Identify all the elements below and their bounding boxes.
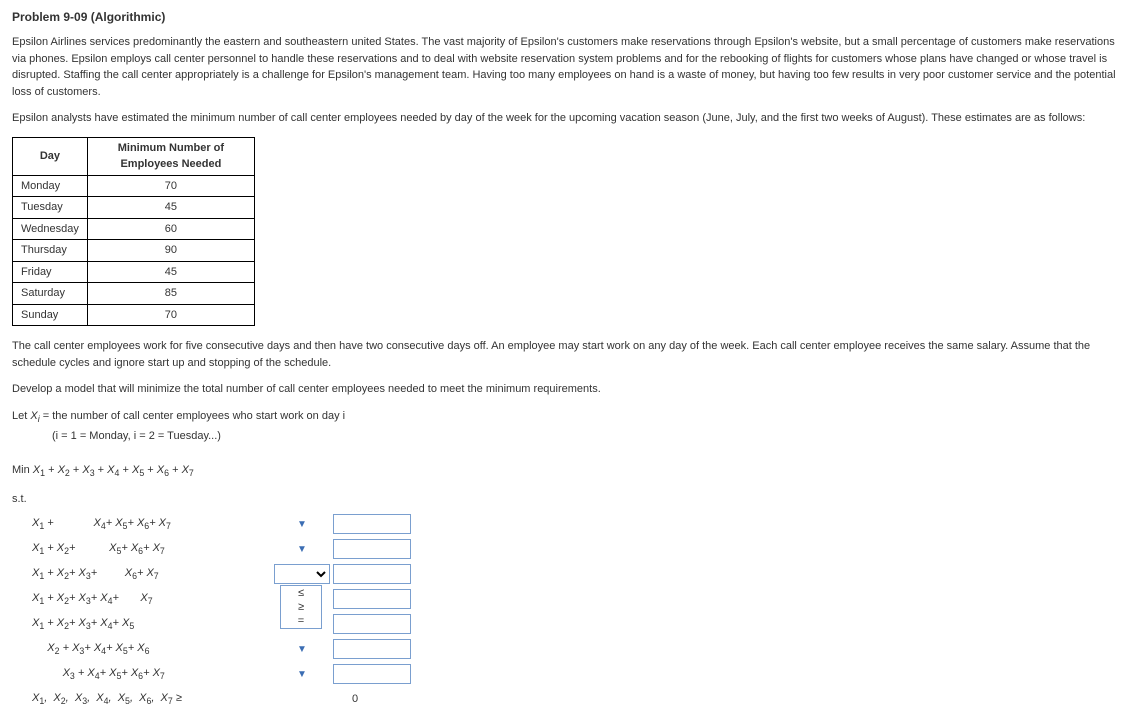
constraint-row-7: X3 + X4+ X5+ X6+ X7 ▼ (32, 663, 1127, 685)
table-row: Sunday70 (13, 304, 255, 326)
table-row: Monday70 (13, 175, 255, 197)
requirements-table: Day Minimum Number of Employees Needed M… (12, 137, 255, 327)
table-row: Saturday85 (13, 283, 255, 305)
rhs-input-4[interactable] (333, 589, 411, 609)
variable-definition: Let Xi = the number of call center emplo… (12, 408, 1127, 445)
rhs-input-3[interactable] (333, 564, 411, 584)
chevron-down-icon: ▼ (296, 667, 308, 682)
constraint-row-4: X1 + X2+ X3+ X4+ X7 ▼ (32, 588, 1127, 610)
rhs-input-6[interactable] (333, 639, 411, 659)
operator-option-le[interactable]: ≤ (281, 586, 321, 600)
rhs-input-5[interactable] (333, 614, 411, 634)
variable-note: (i = 1 = Monday, i = 2 = Tuesday...) (52, 428, 1127, 445)
paragraph-1: Epsilon Airlines services predominantly … (12, 34, 1127, 100)
table-header-day: Day (13, 137, 88, 175)
table-header-needed: Minimum Number of Employees Needed (87, 137, 254, 175)
subject-to: s.t. (12, 491, 1127, 508)
paragraph-4: Develop a model that will minimize the t… (12, 381, 1127, 398)
chevron-down-icon: ▼ (296, 542, 308, 557)
table-row: Wednesday60 (13, 218, 255, 240)
chevron-down-icon: ▼ (296, 642, 308, 657)
operator-option-eq[interactable]: = (281, 614, 321, 628)
rhs-input-7[interactable] (333, 664, 411, 684)
chevron-down-icon: ▼ (296, 517, 308, 532)
nonneg-rhs: 0 (332, 691, 432, 708)
rhs-input-2[interactable] (333, 539, 411, 559)
paragraph-2: Epsilon analysts have estimated the mini… (12, 110, 1127, 127)
operator-dropdown-open[interactable]: ≤ ≥ = (280, 585, 322, 629)
constraint-row-3: X1 + X2+ X3+ X6+ X7 (32, 563, 1127, 585)
constraint-row-5: X1 + X2+ X3+ X4+ X5 ▼ (32, 613, 1127, 635)
constraints-block: X1 + X4+ X5+ X6+ X7 ▼ X1 + X2+ X5+ X6+ X… (32, 513, 1127, 710)
paragraph-3: The call center employees work for five … (12, 338, 1127, 371)
operator-select-3[interactable] (274, 564, 330, 584)
constraint-row-2: X1 + X2+ X5+ X6+ X7 ▼ (32, 538, 1127, 560)
table-row: Friday45 (13, 261, 255, 283)
constraint-row-6: X2 + X3+ X4+ X5+ X6 ▼ (32, 638, 1127, 660)
table-row: Tuesday45 (13, 197, 255, 219)
operator-option-ge[interactable]: ≥ (281, 600, 321, 614)
objective: Min X1 + X2 + X3 + X4 + X5 + X6 + X7 (12, 462, 1127, 480)
nonnegativity-row: X1, X2, X3, X4, X5, X6, X7 ≥ 0 (32, 688, 1127, 710)
constraint-row-1: X1 + X4+ X5+ X6+ X7 ▼ (32, 513, 1127, 535)
table-row: Thursday90 (13, 240, 255, 262)
rhs-input-1[interactable] (333, 514, 411, 534)
problem-title: Problem 9-09 (Algorithmic) (12, 8, 1127, 26)
